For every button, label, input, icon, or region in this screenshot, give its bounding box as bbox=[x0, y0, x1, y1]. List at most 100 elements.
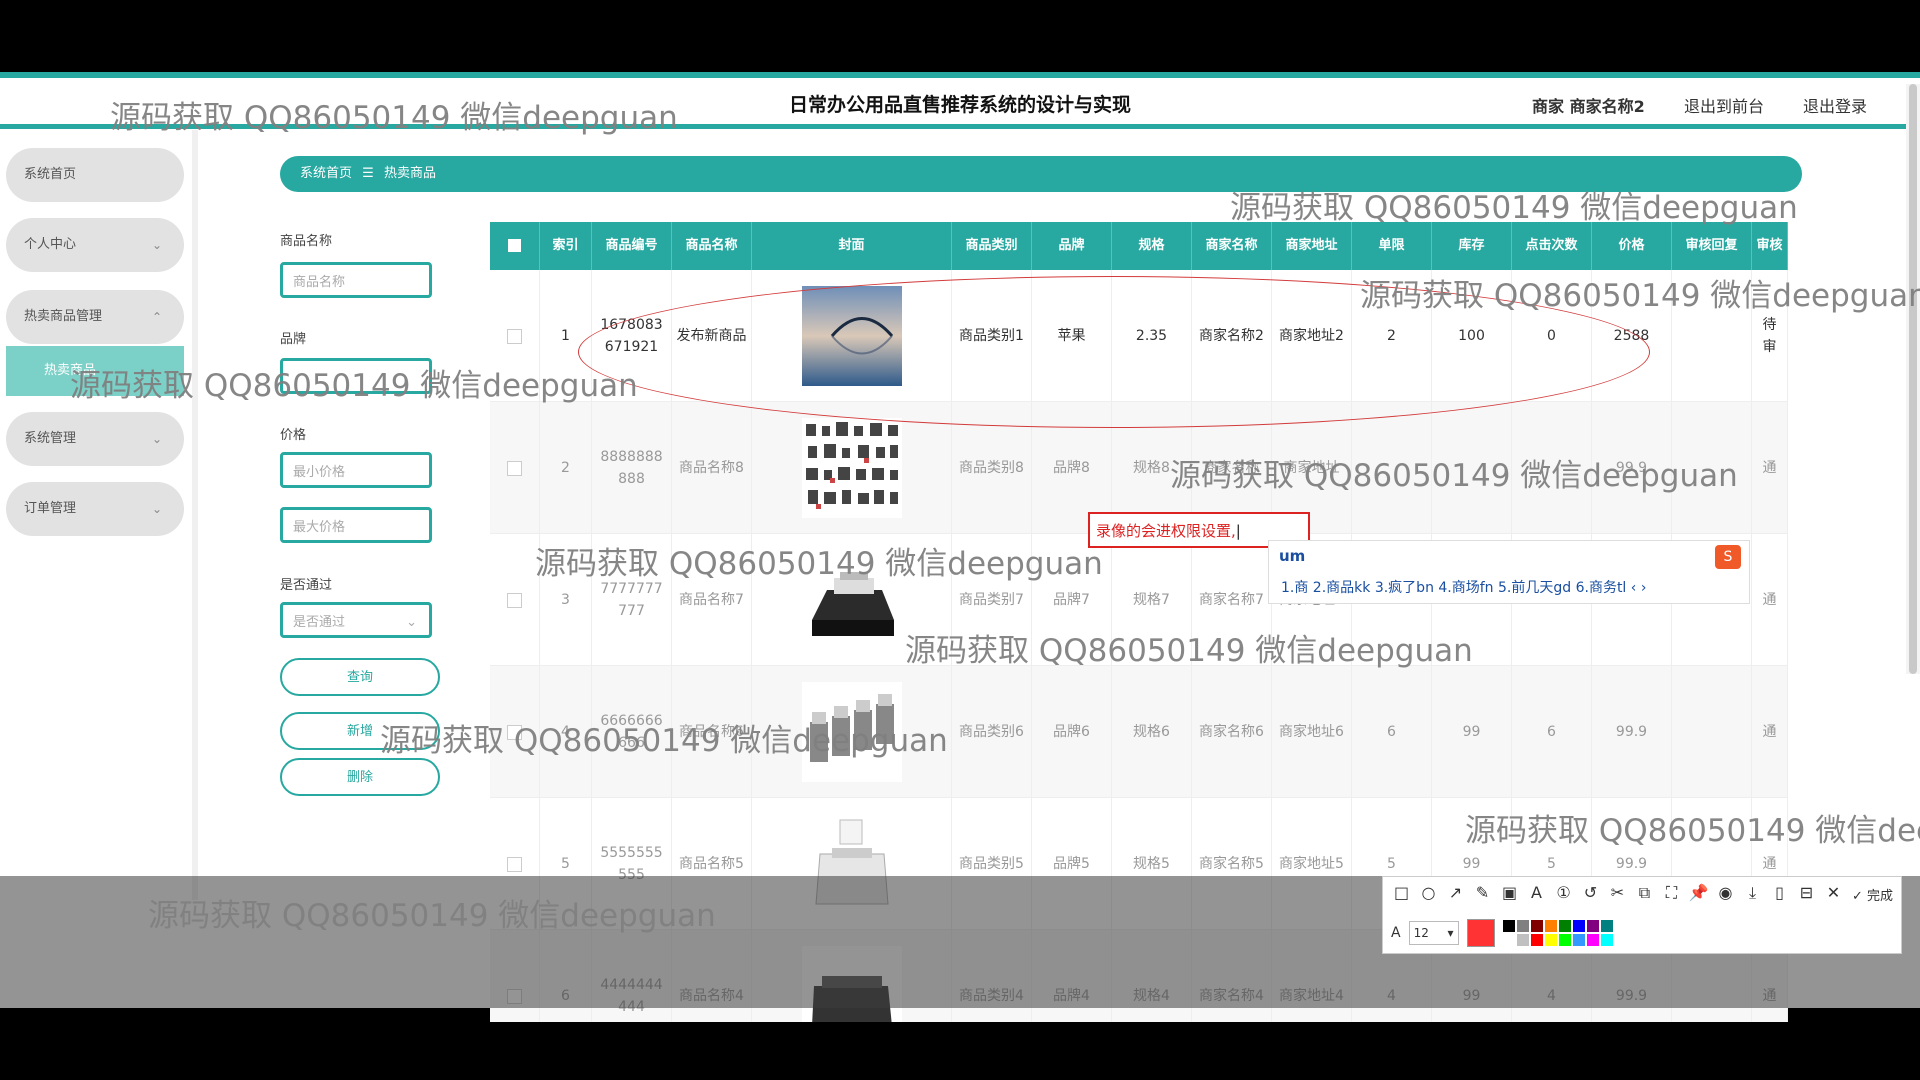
row-checkbox[interactable] bbox=[507, 724, 522, 740]
add-button[interactable]: 新增 bbox=[280, 712, 440, 750]
cell-clicks: 6 bbox=[1512, 666, 1592, 798]
delete-button[interactable]: 删除 bbox=[280, 758, 440, 796]
table-row[interactable]: 4 6666666666 商品名称6 商品类别6 品牌6 规格6 商家名称6 商家地址6 6 99… bbox=[490, 666, 1788, 798]
cell-idx: 3 bbox=[540, 534, 592, 666]
current-color-swatch[interactable] bbox=[1466, 919, 1495, 947]
rectangle-icon[interactable]: □ bbox=[1391, 883, 1412, 909]
color-swatch[interactable] bbox=[1502, 934, 1515, 946]
color-swatch[interactable] bbox=[1516, 920, 1529, 932]
row-checkbox[interactable] bbox=[507, 856, 522, 872]
toolbar-style-row: A 12 ▾ bbox=[1391, 919, 1613, 947]
cell-brand: 品牌6 bbox=[1032, 666, 1112, 798]
logout-link[interactable]: 退出登录 bbox=[1803, 93, 1867, 117]
column-header[interactable]: 库存 bbox=[1432, 222, 1512, 270]
sidebar-item-personal-center[interactable]: 个人中心 ⌄ bbox=[6, 218, 184, 272]
max-price-input[interactable]: 最大价格 bbox=[280, 507, 432, 543]
column-header[interactable]: 单限 bbox=[1352, 222, 1432, 270]
font-size-value: 12 bbox=[1413, 926, 1429, 940]
column-header[interactable]: 点击次数 bbox=[1512, 222, 1592, 270]
column-header[interactable]: 索引 bbox=[540, 222, 592, 270]
cell-name: 商品名称7 bbox=[672, 534, 752, 666]
min-price-input[interactable]: 最小价格 bbox=[280, 452, 432, 488]
device-icon[interactable]: ▯ bbox=[1769, 883, 1790, 909]
column-header[interactable]: 商家名称 bbox=[1192, 222, 1272, 270]
brand-label: 品牌 bbox=[280, 332, 307, 347]
current-user[interactable]: 商家 商家名称2 bbox=[1532, 93, 1645, 117]
column-header[interactable]: 审核回复 bbox=[1672, 222, 1752, 270]
mosaic-icon[interactable]: ▣ bbox=[1499, 883, 1520, 909]
color-swatch[interactable] bbox=[1572, 920, 1585, 932]
ime-composition: um bbox=[1279, 547, 1306, 565]
color-swatch[interactable] bbox=[1600, 934, 1613, 946]
sidebar-item-home[interactable]: 系统首页 bbox=[6, 148, 184, 202]
ime-candidates[interactable]: 1.商 2.商品kk 3.疯了bn 4.商场fn 5.前几天gd 6.商务tl … bbox=[1281, 577, 1646, 597]
color-swatch[interactable] bbox=[1600, 920, 1613, 932]
color-swatch[interactable] bbox=[1544, 920, 1557, 932]
column-header[interactable]: 商品编号 bbox=[592, 222, 672, 270]
color-swatch[interactable] bbox=[1502, 920, 1515, 932]
sidebar-item-system[interactable]: 系统管理 ⌄ bbox=[6, 412, 184, 466]
color-swatch[interactable] bbox=[1544, 934, 1557, 946]
cut-icon[interactable]: ✂ bbox=[1607, 883, 1628, 909]
column-header[interactable]: 审核 bbox=[1752, 222, 1788, 270]
color-swatch[interactable] bbox=[1572, 934, 1585, 946]
page-scrollbar[interactable] bbox=[1906, 84, 1920, 674]
row-checkbox[interactable] bbox=[507, 592, 522, 608]
scrollbar-thumb[interactable] bbox=[1909, 84, 1917, 674]
cell-idx: 4 bbox=[540, 666, 592, 798]
cell-status: 通 bbox=[1752, 534, 1788, 666]
brand-input[interactable] bbox=[280, 358, 432, 394]
close-icon[interactable]: ✕ bbox=[1823, 883, 1844, 909]
sidebar-subitem-hot-products[interactable]: 热卖商品 bbox=[6, 346, 184, 396]
sidebar-item-label: 系统首页 bbox=[24, 167, 77, 182]
record-icon[interactable]: ◉ bbox=[1715, 883, 1736, 909]
ime-candidate-window[interactable]: um 1.商 2.商品kk 3.疯了bn 4.商场fn 5.前几天gd 6.商务… bbox=[1268, 540, 1750, 604]
save-icon[interactable]: ⤓ bbox=[1742, 883, 1763, 909]
sidebar-item-hot-products[interactable]: 热卖商品管理 ⌃ bbox=[6, 290, 184, 344]
cell-name: 商品名称6 bbox=[672, 666, 752, 798]
font-size-select[interactable]: 12 ▾ bbox=[1408, 921, 1459, 945]
row-checkbox[interactable] bbox=[507, 328, 522, 344]
column-header[interactable]: 规格 bbox=[1112, 222, 1192, 270]
column-header[interactable]: 品牌 bbox=[1032, 222, 1112, 270]
chevron-down-icon: ⌄ bbox=[151, 238, 162, 252]
ellipse-icon[interactable]: ○ bbox=[1418, 883, 1439, 909]
copy-icon[interactable]: ⧉ bbox=[1634, 883, 1655, 909]
cell-name: 商品名称8 bbox=[672, 402, 752, 534]
column-header[interactable]: 商品名称 bbox=[672, 222, 752, 270]
column-header[interactable]: 商家地址 bbox=[1272, 222, 1352, 270]
row-checkbox-cell bbox=[490, 666, 540, 798]
color-swatch[interactable] bbox=[1558, 934, 1571, 946]
pen-icon[interactable]: ✎ bbox=[1472, 883, 1493, 909]
undo-icon[interactable]: ↺ bbox=[1580, 883, 1601, 909]
color-swatch[interactable] bbox=[1530, 934, 1543, 946]
column-header[interactable]: 封面 bbox=[752, 222, 952, 270]
cell-spec: 规格6 bbox=[1112, 666, 1192, 798]
pin-icon[interactable]: 📌 bbox=[1688, 883, 1709, 909]
query-button[interactable]: 查询 bbox=[280, 658, 440, 696]
select-all-checkbox[interactable] bbox=[490, 222, 540, 270]
breadcrumb-home[interactable]: 系统首页 bbox=[300, 166, 352, 181]
text-icon[interactable]: A bbox=[1526, 883, 1547, 909]
color-swatch[interactable] bbox=[1586, 920, 1599, 932]
fullscreen-icon[interactable]: ⛶ bbox=[1661, 883, 1682, 909]
color-swatch[interactable] bbox=[1516, 934, 1529, 946]
done-button[interactable]: ✓ 完成 bbox=[1852, 885, 1893, 904]
number-icon[interactable]: ① bbox=[1553, 883, 1574, 909]
column-header[interactable]: 价格 bbox=[1592, 222, 1672, 270]
color-swatch[interactable] bbox=[1558, 920, 1571, 932]
color-swatch[interactable] bbox=[1530, 920, 1543, 932]
back-to-front-link[interactable]: 退出到前台 bbox=[1684, 93, 1764, 117]
product-name-input[interactable]: 商品名称 bbox=[280, 262, 432, 298]
chevron-up-icon: ⌃ bbox=[151, 310, 162, 324]
arrow-icon[interactable]: ↗ bbox=[1445, 883, 1466, 909]
cell-category: 商品类别7 bbox=[952, 534, 1032, 666]
sidebar-item-orders[interactable]: 订单管理 ⌄ bbox=[6, 482, 184, 536]
product-name-label: 商品名称 bbox=[280, 234, 333, 249]
column-header[interactable]: 商品类别 bbox=[952, 222, 1032, 270]
pass-select[interactable]: 是否通过 ⌄ bbox=[280, 602, 432, 638]
color-swatch[interactable] bbox=[1586, 934, 1599, 946]
cell-merchant: 商家名称6 bbox=[1192, 666, 1272, 798]
bookmark-icon[interactable]: ⊟ bbox=[1796, 883, 1817, 909]
row-checkbox[interactable] bbox=[507, 460, 522, 476]
